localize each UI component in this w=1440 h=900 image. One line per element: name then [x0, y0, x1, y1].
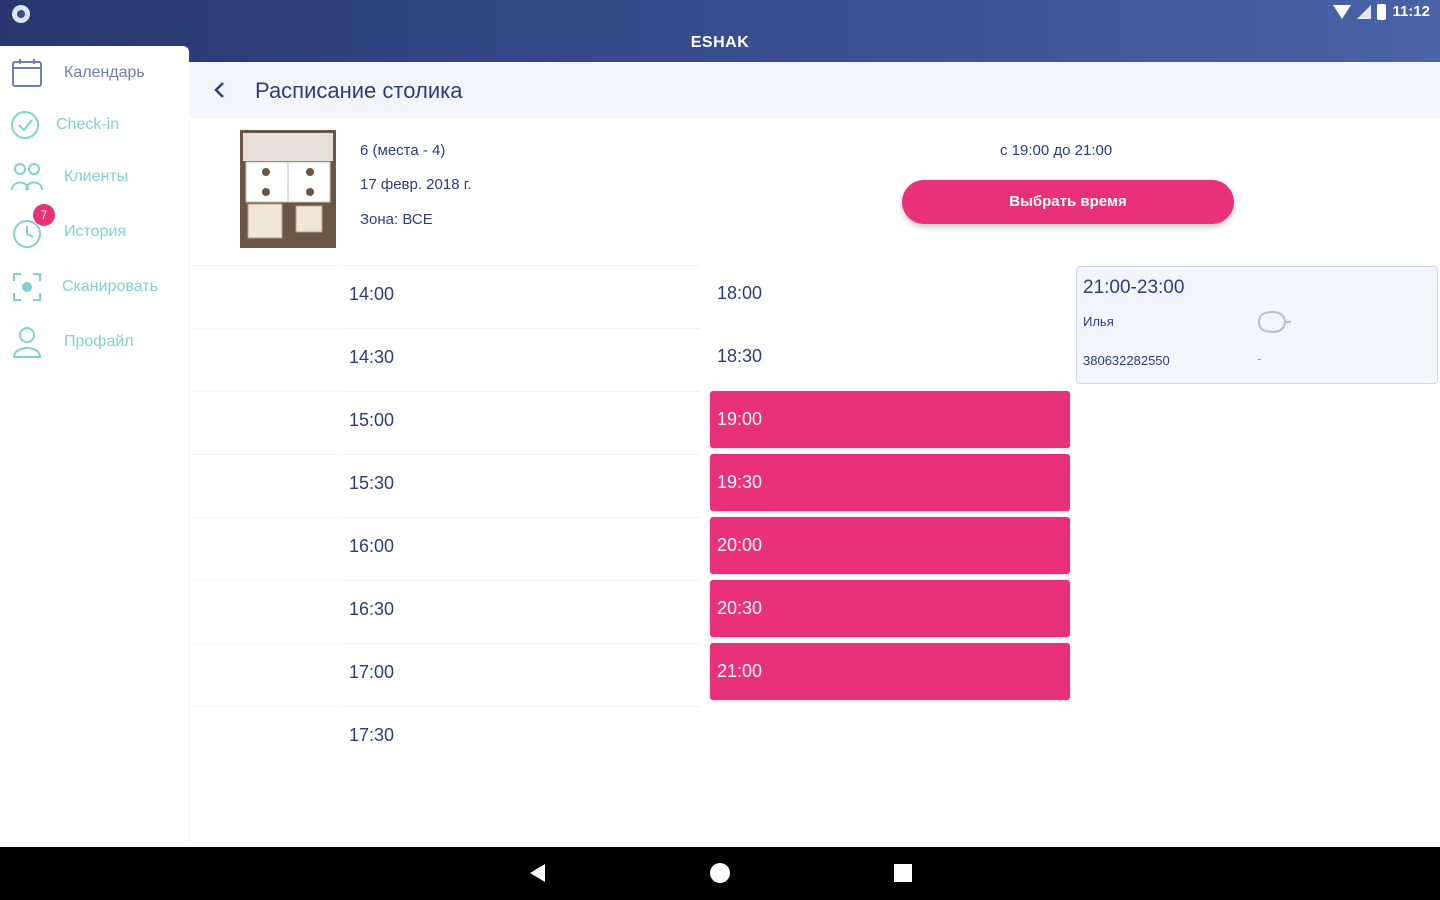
time-slot[interactable]: 16:00 [342, 517, 700, 574]
sidebar-item-check-in[interactable]: Check-in [0, 103, 189, 147]
time-slot[interactable]: 18:00 [710, 265, 1070, 322]
scan-icon [13, 273, 41, 301]
sidebar: Календарь Check-in Клиенты 7 История Ска… [0, 46, 189, 847]
selected-time-range: с 19:00 до 21:00 [1000, 142, 1113, 159]
sidebar-item-profile[interactable]: Профайл [0, 320, 189, 364]
time-slot-selected[interactable]: 20:00 [710, 517, 1070, 574]
status-circle-icon [12, 5, 30, 23]
calendar-icon [12, 59, 42, 87]
time-slot[interactable]: 16:30 [342, 580, 700, 637]
table-seats: 6 (места - 4) [360, 142, 446, 159]
signal-icon [1357, 4, 1372, 19]
row-gutter [190, 517, 340, 574]
time-slot[interactable]: 15:30 [342, 454, 700, 511]
back-triangle-icon[interactable] [530, 864, 545, 882]
top-bar: 11:12 ESHAK [0, 0, 1440, 62]
wifi-icon [1333, 4, 1352, 19]
table-layout-image [240, 130, 336, 248]
row-gutter [190, 706, 340, 763]
row-gutter [190, 328, 340, 385]
sidebar-item-history[interactable]: 7 История [0, 204, 189, 254]
row-gutter [190, 643, 340, 700]
page-header: Расписание столика [190, 62, 1440, 118]
time-slot[interactable]: 17:00 [342, 643, 700, 700]
choose-time-button[interactable]: Выбрать время [902, 180, 1234, 224]
clients-icon [11, 163, 43, 191]
check-circle-icon [11, 111, 39, 139]
time-slot-selected[interactable]: 21:00 [710, 643, 1070, 700]
row-gutter [190, 265, 340, 322]
time-slot[interactable]: 17:30 [342, 706, 700, 763]
time-slot-selected[interactable]: 20:30 [710, 580, 1070, 637]
sidebar-item-label: Профайл [64, 333, 134, 350]
time-slot[interactable]: 18:30 [710, 328, 1070, 385]
booking-card[interactable]: 21:00-23:00 Илья 380632282550 - [1076, 266, 1438, 384]
main-content: Расписание столика 6 (места - 4) 17 февр… [190, 62, 1440, 847]
booking-dash: - [1257, 351, 1262, 366]
status-icons: 11:12 [1333, 3, 1430, 20]
time-slot[interactable]: 14:00 [342, 265, 700, 322]
booking-time: 21:00-23:00 [1083, 277, 1185, 298]
sidebar-item-label: Check-in [56, 116, 120, 133]
time-slot[interactable]: 14:30 [342, 328, 700, 385]
tag-icon [1257, 310, 1291, 334]
sidebar-item-label: Сканировать [62, 278, 158, 295]
table-zone: Зона: ВСЕ [360, 211, 433, 228]
sidebar-item-label: Календарь [64, 64, 145, 81]
battery-icon [1377, 3, 1387, 20]
home-circle-icon[interactable] [710, 863, 730, 883]
history-badge: 7 [33, 204, 55, 226]
sidebar-item-clients[interactable]: Клиенты [0, 155, 189, 199]
table-date: 17 февр. 2018 г. [360, 176, 472, 193]
sidebar-item-label: История [64, 223, 127, 240]
time-slot[interactable]: 15:00 [342, 391, 700, 448]
booking-name: Илья [1083, 314, 1114, 329]
booking-phone: 380632282550 [1083, 353, 1170, 368]
sidebar-item-scan[interactable]: Сканировать [0, 265, 189, 309]
row-gutter [190, 454, 340, 511]
sidebar-item-calendar[interactable]: Календарь [0, 51, 189, 95]
page-title: Расписание столика [255, 78, 463, 103]
profile-icon [12, 327, 42, 358]
recents-square-icon[interactable] [894, 864, 912, 882]
app-title: ESHAK [690, 34, 750, 51]
system-nav-bar [0, 847, 1440, 900]
row-gutter [190, 580, 340, 637]
time-slot-selected[interactable]: 19:30 [710, 454, 1070, 511]
sidebar-item-label: Клиенты [64, 168, 129, 185]
back-arrow-icon[interactable] [208, 78, 232, 102]
row-gutter [190, 391, 340, 448]
status-clock: 11:12 [1392, 3, 1430, 20]
time-slot-selected[interactable]: 19:00 [710, 391, 1070, 448]
